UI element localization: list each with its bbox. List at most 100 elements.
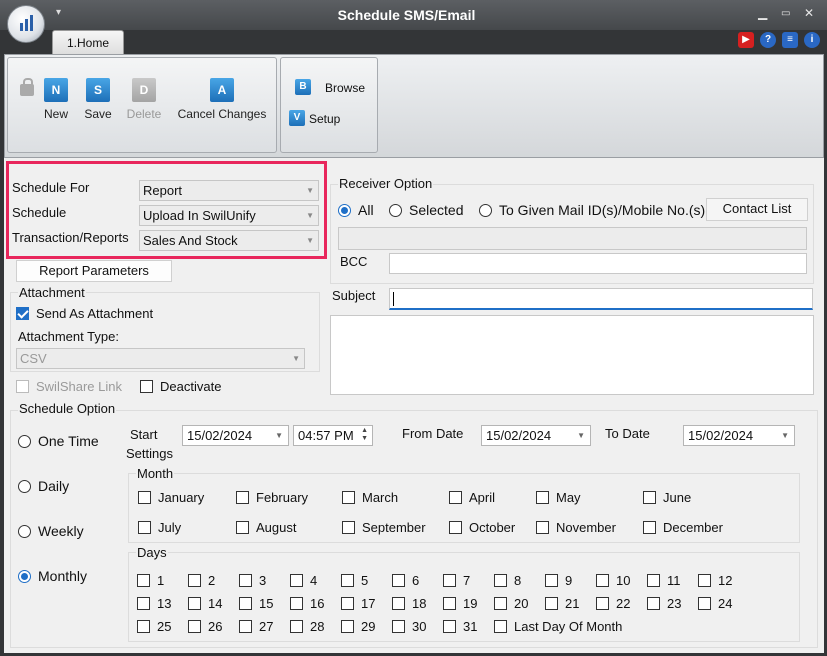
day-checkbox-23[interactable]: 23 <box>647 596 681 611</box>
day-checkbox-18[interactable]: 18 <box>392 596 426 611</box>
from-date-label: From Date <box>402 426 464 441</box>
spinner-icon[interactable]: ▲ ▼ <box>361 427 368 443</box>
month-checkbox-1[interactable]: January <box>138 490 204 505</box>
month-checkbox-9[interactable]: September <box>342 520 426 535</box>
deactivate-checkbox[interactable]: Deactivate <box>140 379 221 394</box>
day-checkbox-1[interactable]: 1 <box>137 573 164 588</box>
swilshare-link-checkbox[interactable]: SwilShare Link <box>16 379 122 394</box>
month-checkbox-3[interactable]: March <box>342 490 398 505</box>
help-icon[interactable]: ? <box>760 32 776 48</box>
schedule-window: ▾ Schedule SMS/Email ▁ ▭ ✕ 1.Home ▶ ? ≡ … <box>0 0 827 656</box>
chevron-down-icon: ▼ <box>292 354 300 363</box>
day-checkbox-3[interactable]: 3 <box>239 573 266 588</box>
lock-icon <box>20 78 34 96</box>
daily-radio[interactable]: Daily <box>18 478 69 494</box>
ribbon-group-actions: N New S Save D Delete A Cancel Changes <box>7 57 277 153</box>
start-label: Start <box>130 427 158 442</box>
receiver-all-radio[interactable]: All <box>338 202 374 218</box>
save-button[interactable]: S Save <box>80 78 116 121</box>
month-checkbox-2[interactable]: February <box>236 490 308 505</box>
info-icon[interactable]: i <box>804 32 820 48</box>
cancel-changes-icon: A <box>210 78 234 102</box>
day-checkbox-17[interactable]: 17 <box>341 596 375 611</box>
month-checkbox-4[interactable]: April <box>449 490 495 505</box>
month-checkbox-10[interactable]: October <box>449 520 515 535</box>
subject-input[interactable] <box>389 288 813 310</box>
minimize-icon[interactable]: ▁ <box>758 6 767 20</box>
day-checkbox-11[interactable]: 11 <box>647 573 681 588</box>
youtube-icon[interactable]: ▶ <box>738 32 754 48</box>
month-checkbox-7[interactable]: July <box>138 520 181 535</box>
bcc-input[interactable] <box>389 253 807 274</box>
day-checkbox-6[interactable]: 6 <box>392 573 419 588</box>
from-date-picker[interactable]: 15/02/2024 ▼ <box>481 425 591 446</box>
tab-home[interactable]: 1.Home <box>52 30 124 54</box>
highlight-box <box>6 161 327 259</box>
day-checkbox-13[interactable]: 13 <box>137 596 171 611</box>
setup-button[interactable]: Setup <box>309 112 340 126</box>
receiver-input[interactable] <box>338 227 807 250</box>
close-icon[interactable]: ✕ <box>804 6 814 20</box>
weekly-radio[interactable]: Weekly <box>18 523 84 539</box>
month-checkbox-8[interactable]: August <box>236 520 296 535</box>
report-parameters-button[interactable]: Report Parameters <box>16 260 172 282</box>
day-checkbox-19[interactable]: 19 <box>443 596 477 611</box>
message-body-textarea[interactable] <box>330 315 814 395</box>
day-checkbox-2[interactable]: 2 <box>188 573 215 588</box>
attachment-label: Attachment <box>18 285 86 300</box>
new-button[interactable]: N New <box>38 78 74 121</box>
monthly-radio[interactable]: Monthly <box>18 568 87 584</box>
chevron-down-icon: ▼ <box>577 431 585 440</box>
day-checkbox-15[interactable]: 15 <box>239 596 273 611</box>
chevron-down-icon: ▼ <box>781 431 789 440</box>
last-day-of-month-checkbox[interactable]: Last Day Of Month <box>494 619 622 634</box>
bcc-label: BCC <box>340 254 368 269</box>
notes-icon[interactable]: ≡ <box>782 32 798 48</box>
setup-icon: V <box>289 110 305 126</box>
browse-button[interactable]: Browse <box>325 81 365 95</box>
month-label: Month <box>136 466 175 481</box>
month-checkbox-12[interactable]: December <box>643 520 723 535</box>
day-checkbox-25[interactable]: 25 <box>137 619 171 634</box>
attachment-type-label: Attachment Type: <box>18 329 119 344</box>
chevron-down-icon: ▼ <box>275 431 283 440</box>
day-checkbox-5[interactable]: 5 <box>341 573 368 588</box>
attachment-type-select[interactable]: CSV ▼ <box>16 348 305 369</box>
day-checkbox-24[interactable]: 24 <box>698 596 732 611</box>
day-checkbox-26[interactable]: 26 <box>188 619 222 634</box>
one-time-radio[interactable]: One Time <box>18 433 99 449</box>
app-menu-icon[interactable] <box>7 5 45 43</box>
restore-icon[interactable]: ▭ <box>781 8 790 19</box>
contact-list-button[interactable]: Contact List <box>706 198 808 221</box>
day-checkbox-21[interactable]: 21 <box>545 596 579 611</box>
day-checkbox-29[interactable]: 29 <box>341 619 375 634</box>
to-date-picker[interactable]: 15/02/2024 ▼ <box>683 425 795 446</box>
browse-icon: B <box>295 79 311 95</box>
delete-icon: D <box>132 78 156 102</box>
month-checkbox-11[interactable]: November <box>536 520 616 535</box>
month-checkbox-6[interactable]: June <box>643 490 691 505</box>
receiver-given-radio[interactable]: To Given Mail ID(s)/Mobile No.(s) <box>479 202 705 218</box>
day-checkbox-4[interactable]: 4 <box>290 573 317 588</box>
day-checkbox-31[interactable]: 31 <box>443 619 477 634</box>
day-checkbox-28[interactable]: 28 <box>290 619 324 634</box>
start-date-picker[interactable]: 15/02/2024 ▼ <box>182 425 289 446</box>
day-checkbox-9[interactable]: 9 <box>545 573 572 588</box>
month-checkbox-5[interactable]: May <box>536 490 581 505</box>
day-checkbox-7[interactable]: 7 <box>443 573 470 588</box>
delete-button[interactable]: D Delete <box>122 78 166 121</box>
cancel-changes-button[interactable]: A Cancel Changes <box>172 78 272 121</box>
day-checkbox-10[interactable]: 10 <box>596 573 630 588</box>
day-checkbox-8[interactable]: 8 <box>494 573 521 588</box>
receiver-selected-radio[interactable]: Selected <box>389 202 463 218</box>
text-cursor <box>393 292 394 306</box>
send-as-attachment-checkbox[interactable]: Send As Attachment <box>16 306 153 321</box>
day-checkbox-12[interactable]: 12 <box>698 573 732 588</box>
day-checkbox-20[interactable]: 20 <box>494 596 528 611</box>
day-checkbox-22[interactable]: 22 <box>596 596 630 611</box>
day-checkbox-14[interactable]: 14 <box>188 596 222 611</box>
day-checkbox-16[interactable]: 16 <box>290 596 324 611</box>
start-time-picker[interactable]: 04:57 PM ▲ ▼ <box>293 425 373 446</box>
day-checkbox-30[interactable]: 30 <box>392 619 426 634</box>
day-checkbox-27[interactable]: 27 <box>239 619 273 634</box>
